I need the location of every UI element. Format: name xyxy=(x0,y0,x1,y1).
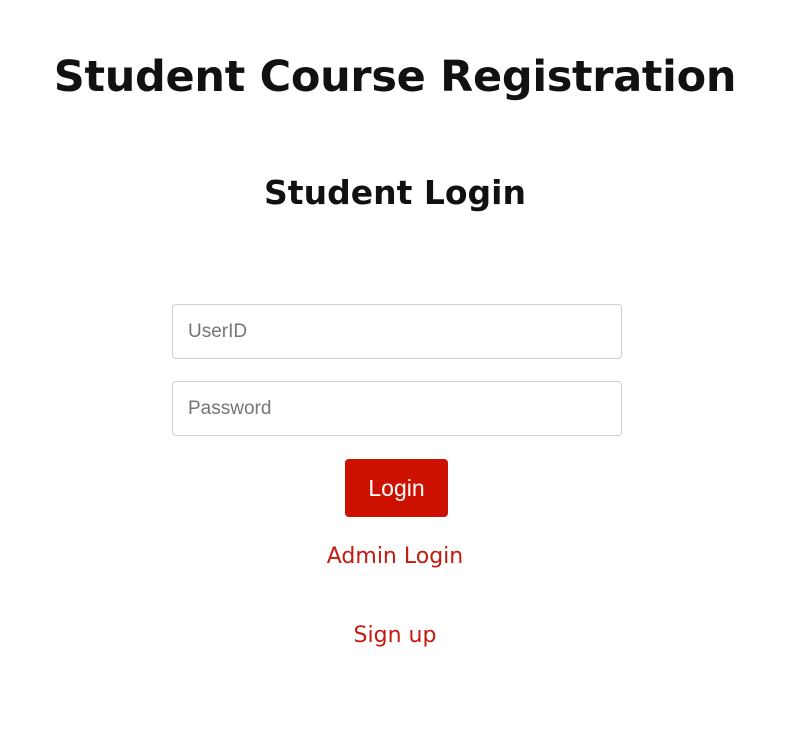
login-heading: Student Login xyxy=(264,173,526,212)
password-input[interactable] xyxy=(172,381,622,436)
sign-up-link-text[interactable]: Sign up xyxy=(354,623,437,648)
sign-up-link: Sign up xyxy=(0,622,790,650)
admin-login-link: Admin Login xyxy=(0,543,790,571)
login-button[interactable]: Login xyxy=(345,459,448,517)
admin-login-link-text[interactable]: Admin Login xyxy=(327,544,463,569)
userid-input[interactable] xyxy=(172,304,622,359)
page-title: Student Course Registration xyxy=(53,52,737,102)
